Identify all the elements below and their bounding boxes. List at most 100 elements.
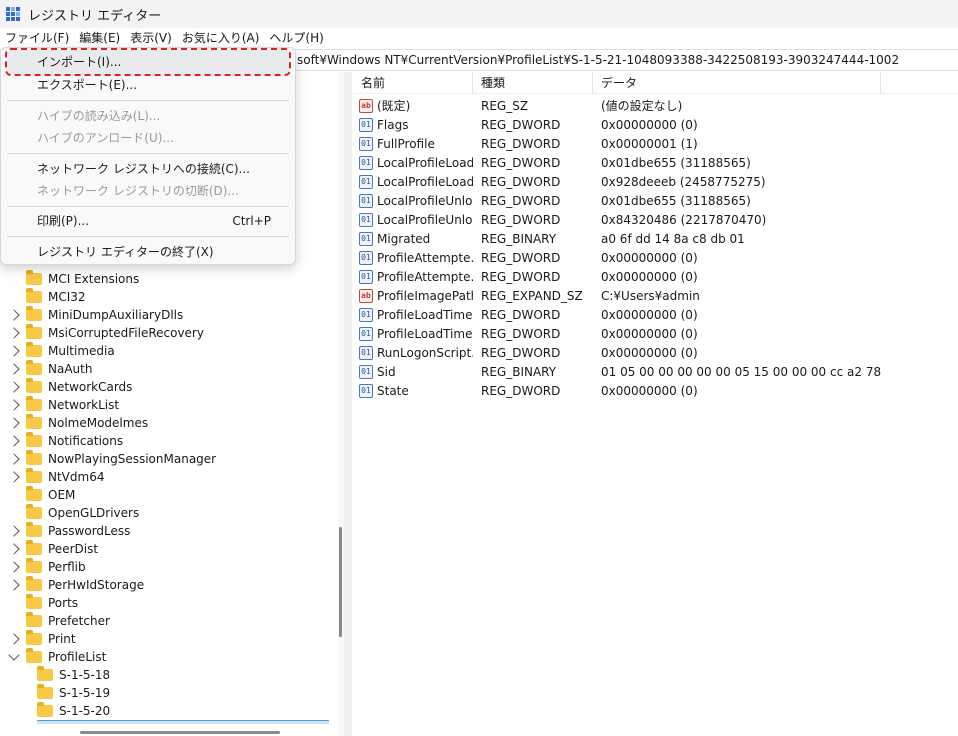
list-row[interactable]: 01 FullProfile REG_DWORD 0x00000001 (1): [353, 134, 883, 153]
menu-item-print[interactable]: 印刷(P)... Ctrl+P: [7, 209, 289, 233]
tree-item[interactable]: PasswordLess: [8, 522, 130, 540]
list-row[interactable]: 01 ProfileAttempte... REG_DWORD 0x00000000 …: [353, 248, 883, 267]
list-row[interactable]: ab ProfileImagePath REG_EXPAND_SZ C:¥Users¥…: [353, 286, 883, 305]
menu-item-connect-network-registry[interactable]: ネットワーク レジストリへの接続(C)...: [7, 157, 289, 181]
tree-item[interactable]: Notifications: [8, 432, 123, 450]
folder-icon: [26, 612, 42, 627]
list-row[interactable]: 01ProfileLoadTime...REG_DWORD0x00000000 …: [353, 324, 883, 343]
tree-horizontal-scrollbar[interactable]: [80, 731, 280, 734]
menu-help[interactable]: ヘルプ(H): [264, 28, 328, 48]
list-row[interactable]: 01LocalProfileLoad...REG_DWORD0x01dbe655…: [353, 153, 883, 172]
tree-item[interactable]: MCI32: [10, 288, 86, 306]
binary-value-icon: 01: [359, 212, 373, 227]
list-header: 名前 種類 データ: [353, 72, 958, 94]
folder-icon: [26, 414, 42, 429]
menu-file[interactable]: ファイル(F): [0, 28, 74, 48]
binary-value-icon: 01: [359, 383, 373, 398]
tree-item[interactable]: Print: [8, 630, 76, 648]
title-bar: レジストリ エディター: [0, 0, 958, 28]
tree-item[interactable]: S-1-5-18: [37, 666, 110, 684]
folder-icon: [26, 306, 42, 321]
folder-icon: [26, 630, 42, 645]
menu-item-print-label: 印刷(P)...: [37, 214, 90, 228]
folder-icon: [26, 558, 42, 573]
print-shortcut: Ctrl+P: [232, 214, 271, 228]
pane-splitter[interactable]: [344, 72, 352, 736]
tree-item[interactable]: MCI Extensions: [10, 270, 139, 288]
list-row[interactable]: 01LocalProfileUnlo...REG_DWORD0x84320486…: [353, 210, 883, 229]
binary-value-icon: 01: [359, 326, 373, 341]
window-title: レジストリ エディター: [28, 8, 162, 24]
menu-separator: [7, 206, 289, 207]
tree-item[interactable]: Ports: [10, 594, 78, 612]
tree-item[interactable]: OEM: [10, 486, 75, 504]
menu-favorites[interactable]: お気に入り(A): [177, 28, 265, 48]
tree-item[interactable]: NtVdm64: [8, 468, 104, 486]
menu-view[interactable]: 表示(V): [125, 28, 177, 48]
list-row[interactable]: 01 Sid REG_BINARY 01 05 00 00 00 00 00 05 1…: [353, 362, 883, 381]
binary-value-icon: 01: [359, 136, 373, 151]
scroll-thumb[interactable]: [339, 527, 342, 637]
regedit-app-icon: [6, 7, 20, 21]
list-row[interactable]: 01LocalProfileLoad...REG_DWORD0x928deeeb…: [353, 172, 883, 191]
menu-bar: ファイル(F) 編集(E) 表示(V) お気に入り(A) ヘルプ(H): [0, 28, 958, 48]
tree-item[interactable]: S-1-5-20: [37, 702, 110, 720]
list-row[interactable]: ab (既定) REG_SZ (値の設定なし): [353, 96, 883, 115]
tree-item[interactable]: NaAuth: [8, 360, 92, 378]
menu-item-disconnect-network-registry: ネットワーク レジストリの切断(D)...: [37, 184, 239, 198]
folder-icon: [26, 540, 42, 555]
tree-item[interactable]: MsiCorruptedFileRecovery: [8, 324, 204, 342]
menu-item-export[interactable]: エクスポート(E)...: [7, 73, 289, 97]
file-menu-dropdown: インポート(I)... エクスポート(E)... ハイブの読み込み(L)... …: [0, 47, 296, 265]
folder-icon: [26, 486, 42, 501]
tree-item[interactable]: NolmeModelmes: [8, 414, 148, 432]
tree-item[interactable]: NetworkList: [8, 396, 119, 414]
folder-icon: [26, 594, 42, 609]
column-header-name[interactable]: 名前: [353, 72, 473, 94]
list-row[interactable]: 01 ProfileAttempte... REG_DWORD 0x00000000 …: [353, 267, 883, 286]
values-list[interactable]: 名前 種類 データ ab (既定) REG_SZ (値の設定なし) 01 Flags RE…: [353, 72, 958, 736]
tree-item[interactable]: ProfileList: [8, 648, 106, 666]
folder-icon: [26, 342, 42, 357]
binary-value-icon: 01: [359, 269, 373, 284]
folder-icon: [26, 378, 42, 393]
binary-value-icon: 01: [359, 193, 373, 208]
tree-item[interactable]: MiniDumpAuxiliaryDlls: [8, 306, 183, 324]
selected-tree-item[interactable]: [37, 720, 329, 724]
folder-icon: [26, 522, 42, 537]
tree-item[interactable]: PeerDist: [8, 540, 98, 558]
binary-value-icon: 01: [359, 250, 373, 265]
menu-separator: [7, 100, 289, 101]
menu-edit[interactable]: 編集(E): [74, 28, 125, 48]
list-row[interactable]: 01 Flags REG_DWORD 0x00000000 (0): [353, 115, 883, 134]
column-header-type[interactable]: 種類: [473, 72, 593, 94]
tree-item[interactable]: Prefetcher: [10, 612, 110, 630]
tree-item[interactable]: Multimedia: [8, 342, 115, 360]
binary-value-icon: 01: [359, 117, 373, 132]
menu-item-import[interactable]: インポート(I)...: [5, 48, 291, 76]
folder-icon: [26, 648, 42, 663]
menu-item-unload-hive: ハイブのアンロード(U)...: [37, 131, 174, 145]
binary-value-icon: 01: [359, 155, 373, 170]
tree-item[interactable]: S-1-5-19: [37, 684, 110, 702]
menu-separator: [7, 236, 289, 237]
binary-value-icon: 01: [359, 307, 373, 322]
tree-item[interactable]: PerHwIdStorage: [8, 576, 144, 594]
menu-separator: [7, 153, 289, 154]
address-path: soft¥Windows NT¥CurrentVersion¥ProfileLi…: [297, 53, 900, 67]
tree-item[interactable]: OpenGLDrivers: [10, 504, 139, 522]
list-row[interactable]: 01ProfileLoadTime...REG_DWORD0x00000000 …: [353, 305, 883, 324]
folder-icon: [26, 432, 42, 447]
tree-item[interactable]: Perflib: [8, 558, 86, 576]
tree-item[interactable]: NowPlayingSessionManager: [8, 450, 216, 468]
binary-value-icon: 01: [359, 364, 373, 379]
list-row[interactable]: 01 RunLogonScript... REG_DWORD 0x00000000 (…: [353, 343, 883, 362]
tree-item[interactable]: NetworkCards: [8, 378, 132, 396]
list-row[interactable]: 01 Migrated REG_BINARY a0 6f dd 14 8a c8 db…: [353, 229, 883, 248]
folder-icon: [26, 270, 42, 285]
column-header-data[interactable]: データ: [593, 72, 881, 94]
list-row[interactable]: 01LocalProfileUnlo...REG_DWORD0x01dbe655…: [353, 191, 883, 210]
folder-icon: [26, 504, 42, 519]
menu-item-exit[interactable]: レジストリ エディターの終了(X): [7, 240, 289, 264]
list-row[interactable]: 01 State REG_DWORD 0x00000000 (0): [353, 381, 883, 400]
